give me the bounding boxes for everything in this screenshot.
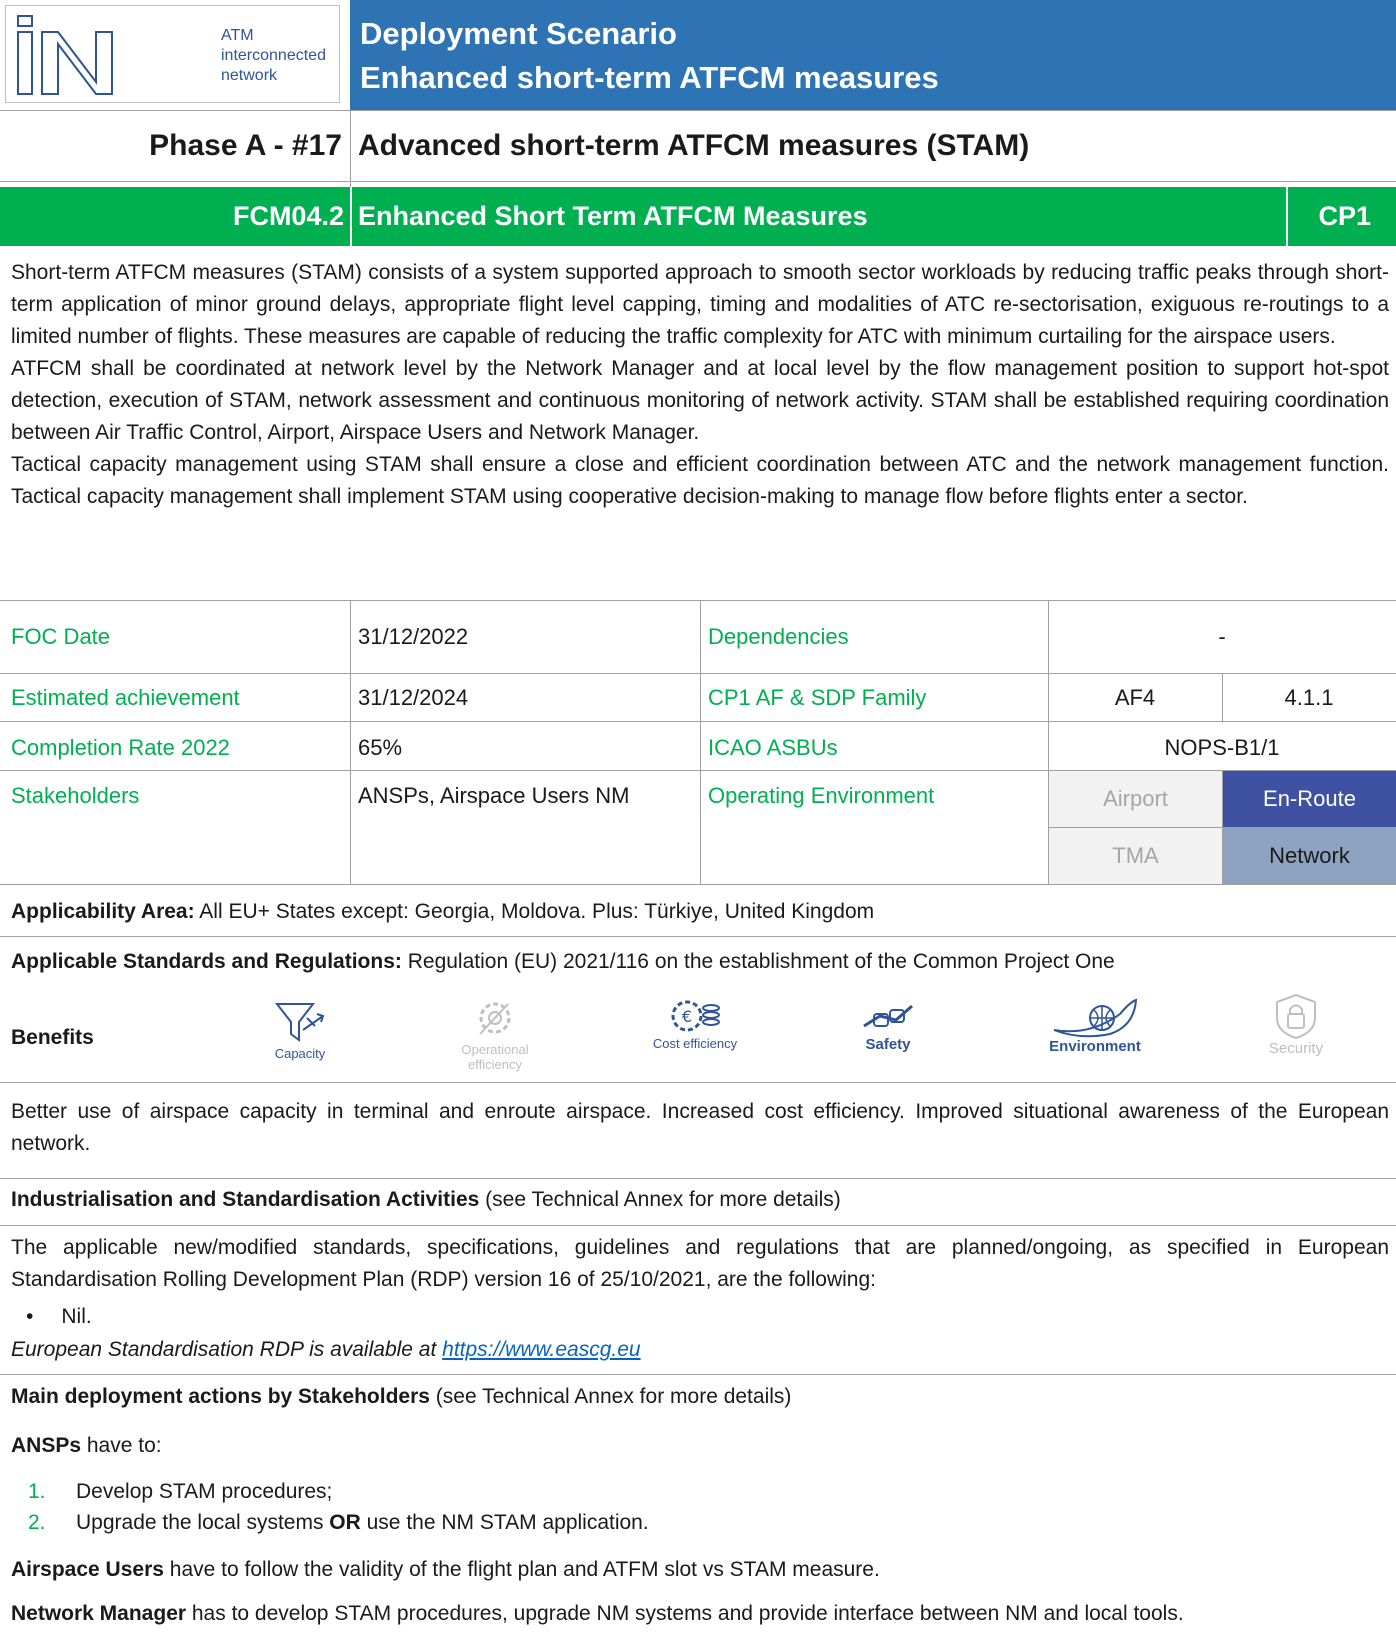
benefit-operational-efficiency: Operational efficiency xyxy=(450,996,540,1072)
benefits-label: Benefits xyxy=(11,1026,94,1049)
dependencies-value: - xyxy=(1218,624,1226,649)
applicability-area: Applicability Area: All EU+ States excep… xyxy=(11,900,875,923)
objective-row: FCM04.2 Enhanced Short Term ATFCM Measur… xyxy=(0,187,1396,246)
deployment-actions-heading: Main deployment actions by Stakeholders … xyxy=(11,1385,792,1408)
description-paragraph: Tactical capacity management using STAM … xyxy=(11,453,1389,508)
applicable-standards: Applicable Standards and Regulations: Re… xyxy=(11,950,1115,973)
estimated-achievement-value: 31/12/2024 xyxy=(358,685,469,710)
page-title: Deployment Scenario xyxy=(360,16,677,51)
svg-text:€: € xyxy=(682,1007,692,1026)
stakeholders-label: Stakeholders xyxy=(11,783,140,808)
benefit-safety: Safety xyxy=(848,1000,928,1053)
af-family-label: CP1 AF & SDP Family xyxy=(708,685,927,710)
dependencies-label: Dependencies xyxy=(708,624,849,649)
benefit-capacity: Capacity xyxy=(262,1000,338,1061)
foc-date-label: FOC Date xyxy=(11,624,111,649)
atm-logo-icon xyxy=(17,15,113,95)
ansp-action-item: 1. Develop STAM procedures; xyxy=(28,1480,333,1503)
rdp-link[interactable]: https://www.eascg.eu xyxy=(442,1338,640,1361)
operating-environment-label: Operating Environment xyxy=(708,783,935,808)
objective-name: Enhanced Short Term ATFCM Measures xyxy=(358,201,868,231)
industrialisation-bullet: • Nil. xyxy=(26,1305,92,1328)
operational-efficiency-icon xyxy=(479,1002,511,1035)
rdp-availability: European Standardisation RDP is availabl… xyxy=(11,1338,641,1361)
env-network: Network xyxy=(1223,828,1396,884)
logo-text: ATM interconnected network xyxy=(221,27,326,84)
description: Short-term ATFCM measures (STAM) consist… xyxy=(11,257,1389,513)
foc-date-value: 31/12/2022 xyxy=(358,624,469,649)
af-value: AF4 xyxy=(1114,685,1156,710)
objective-project: CP1 xyxy=(1318,201,1371,231)
estimated-achievement-label: Estimated achievement xyxy=(11,685,240,710)
network-manager-action: Network Manager has to develop STAM proc… xyxy=(11,1602,1184,1625)
cost-efficiency-icon: € xyxy=(671,1000,720,1032)
security-icon xyxy=(1276,993,1316,1040)
ansps-heading: ANSPs have to: xyxy=(11,1434,162,1457)
logo: ATM interconnected network xyxy=(5,5,340,103)
env-en-route: En-Route xyxy=(1223,771,1396,827)
description-paragraph: Short-term ATFCM measures (STAM) consist… xyxy=(11,261,1389,348)
environment-icon xyxy=(1053,998,1138,1038)
ansp-action-item: 2. Upgrade the local systems OR use the N… xyxy=(28,1511,649,1534)
benefit-security: Security xyxy=(1256,992,1336,1057)
benefits-summary: Better use of airspace capacity in termi… xyxy=(11,1100,1389,1155)
title-band: Deployment Scenario Enhanced short-term … xyxy=(350,0,1396,110)
phase-title: Advanced short-term ATFCM measures (STAM… xyxy=(358,129,1030,162)
industrialisation-text: The applicable new/modified standards, s… xyxy=(11,1236,1389,1291)
env-airport: Airport xyxy=(1049,771,1222,827)
completion-rate-value: 65% xyxy=(358,735,403,760)
capacity-icon xyxy=(274,1003,325,1042)
stakeholders-value: ANSPs, Airspace Users NM xyxy=(358,783,630,808)
benefit-cost-efficiency: € Cost efficiency xyxy=(645,996,745,1051)
completion-rate-label: Completion Rate 2022 xyxy=(11,735,230,760)
phase-label: Phase A - #17 xyxy=(149,129,342,162)
industrialisation-heading: Industrialisation and Standardisation Ac… xyxy=(11,1188,841,1211)
env-tma: TMA xyxy=(1049,828,1222,884)
sdp-family-value: 4.1.1 xyxy=(1284,685,1334,710)
icao-asbus-value: NOPS-B1/1 xyxy=(1164,735,1280,760)
benefit-environment: Environment xyxy=(1040,996,1150,1055)
page-subtitle: Enhanced short-term ATFCM measures xyxy=(360,60,939,95)
description-paragraph: ATFCM shall be coordinated at network le… xyxy=(11,357,1389,444)
airspace-users-action: Airspace Users have to follow the validi… xyxy=(11,1558,880,1581)
phase-row: Phase A - #17 Advanced short-term ATFCM … xyxy=(0,117,1396,181)
objective-code: FCM04.2 xyxy=(232,201,344,231)
icao-asbus-label: ICAO ASBUs xyxy=(708,735,838,760)
safety-icon xyxy=(863,1004,913,1028)
